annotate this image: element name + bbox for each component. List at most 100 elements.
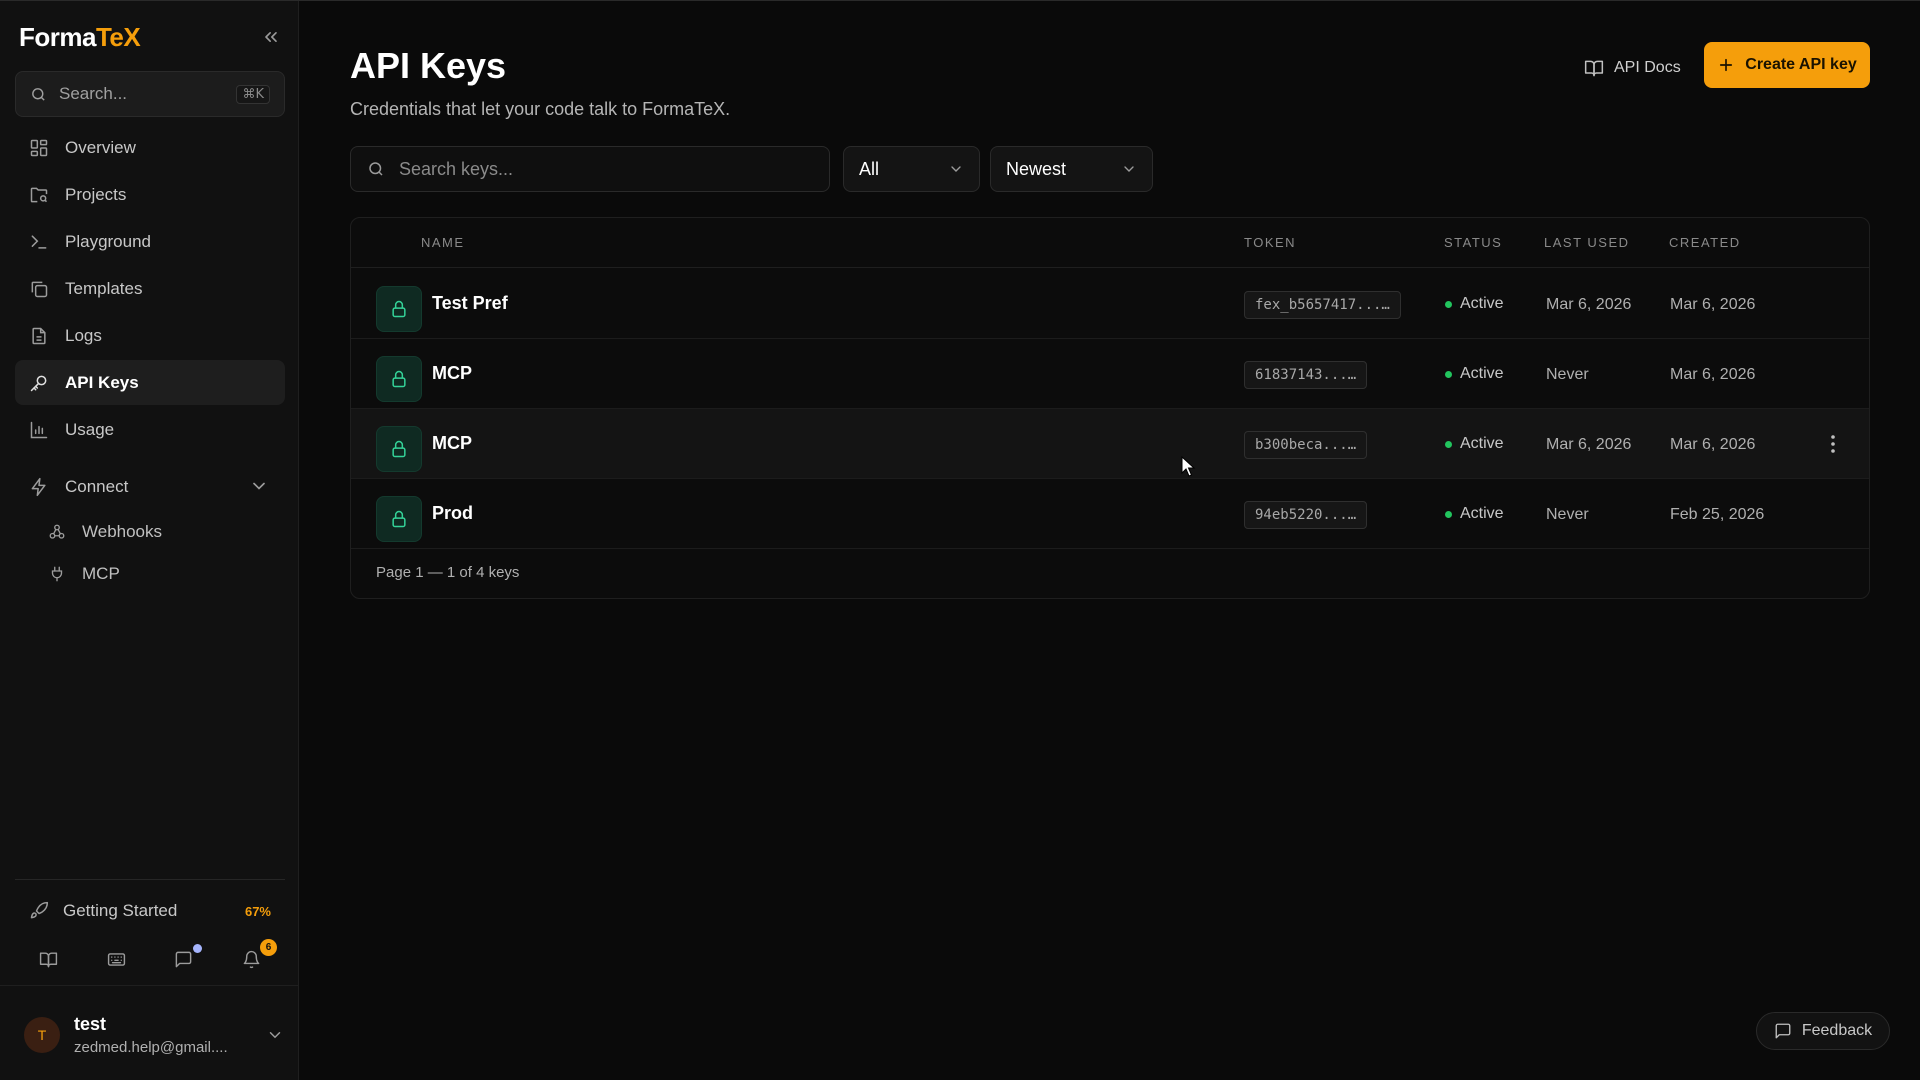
getting-started-label: Getting Started: [63, 901, 178, 920]
user-email: zedmed.help@gmail....: [74, 1039, 228, 1056]
column-header-token[interactable]: TOKEN: [1244, 235, 1296, 250]
notification-count-badge: 6: [260, 939, 277, 956]
zap-icon: [29, 477, 49, 497]
page-subtitle: Credentials that let your code talk to F…: [350, 99, 731, 119]
lock-icon: [376, 286, 422, 332]
messages-button[interactable]: [150, 939, 218, 979]
status-label: Active: [1460, 295, 1504, 312]
sidebar-item-templates[interactable]: Templates: [15, 266, 285, 311]
token-chip[interactable]: 61837143...…: [1244, 361, 1368, 389]
column-header-last-used[interactable]: LAST USED: [1544, 235, 1630, 250]
unread-dot: [192, 944, 202, 953]
terminal-icon: [29, 232, 49, 252]
token-chip[interactable]: 94eb5220...…: [1244, 501, 1368, 529]
user-name: test: [74, 1014, 107, 1034]
getting-started-progress: 67%: [244, 903, 271, 919]
sidebar-item-label: Playground: [65, 231, 152, 251]
sidebar-item-label: API Keys: [65, 372, 139, 392]
logo-row: FormaTeX: [19, 23, 281, 51]
sidebar-item-overview[interactable]: Overview: [15, 125, 285, 170]
api-docs-link[interactable]: API Docs: [1584, 53, 1681, 83]
message-square-icon: [1775, 1023, 1791, 1039]
more-vertical-icon[interactable]: [1821, 432, 1845, 456]
status-dot: [1445, 510, 1452, 518]
sort-select[interactable]: Newest: [990, 146, 1153, 192]
table-row[interactable]: Test Pref fex_b5657417...… Active Mar 6,…: [351, 269, 1869, 339]
feedback-button[interactable]: Feedback: [1756, 1012, 1890, 1050]
getting-started[interactable]: Getting Started 67%: [15, 891, 285, 931]
sort-value: Newest: [1006, 158, 1067, 179]
status-label: Active: [1460, 505, 1504, 522]
page-title: API Keys: [350, 45, 507, 86]
rocket-icon: [29, 901, 49, 921]
search-shortcut: ⌘K: [236, 84, 270, 104]
sidebar-bottom-divider: [0, 985, 299, 986]
collapse-sidebar-icon[interactable]: [261, 27, 281, 47]
status-filter-select[interactable]: All: [843, 146, 980, 192]
column-header-created[interactable]: CREATED: [1669, 235, 1741, 250]
notifications-button[interactable]: 6: [218, 939, 286, 979]
sidebar-item-usage[interactable]: Usage: [15, 407, 285, 452]
folder-search-icon: [29, 185, 49, 205]
key-name: MCP: [432, 363, 472, 383]
created-value: Feb 25, 2026: [1670, 506, 1765, 523]
status-badge: Active: [1445, 295, 1504, 313]
user-menu[interactable]: T test zedmed.help@gmail....: [24, 1007, 284, 1063]
keys-search-placeholder: Search keys...: [399, 158, 514, 179]
chevron-down-icon[interactable]: [249, 476, 269, 496]
chevron-down-icon: [951, 166, 961, 172]
copy-icon: [29, 279, 49, 299]
message-square-icon: [175, 951, 192, 967]
created-value: Mar 6, 2026: [1670, 296, 1756, 313]
search-icon: [369, 162, 383, 176]
status-badge: Active: [1445, 505, 1504, 523]
plus-icon: [1720, 58, 1733, 72]
keyboard-shortcuts-button[interactable]: [83, 939, 151, 979]
sidebar-item-webhooks[interactable]: Webhooks: [15, 511, 285, 553]
book-open-icon: [40, 951, 58, 967]
column-header-status[interactable]: STATUS: [1444, 235, 1502, 250]
sidebar-item-logs[interactable]: Logs: [15, 313, 285, 358]
token-chip[interactable]: fex_b5657417...…: [1244, 291, 1401, 319]
created-value: Mar 6, 2026: [1670, 366, 1756, 383]
grid-icon: [29, 138, 49, 158]
sidebar-item-projects[interactable]: Projects: [15, 172, 285, 217]
sidebar-search[interactable]: Search... ⌘K: [15, 71, 285, 117]
api-keys-table: NAME TOKEN STATUS LAST USED CREATED Test…: [350, 217, 1870, 599]
sidebar-item-mcp[interactable]: MCP: [15, 553, 285, 595]
chevron-down-icon: [1124, 166, 1134, 172]
docs-button[interactable]: [15, 939, 83, 979]
bar-chart-icon: [29, 420, 49, 440]
table-row[interactable]: Prod 94eb5220...… Active Never Feb 25, 2…: [351, 479, 1869, 549]
user-info: test zedmed.help@gmail....: [74, 1014, 266, 1056]
search-icon: [32, 87, 45, 101]
webhook-icon: [48, 523, 66, 541]
sidebar-item-label: Logs: [65, 325, 102, 345]
sidebar-item-playground[interactable]: Playground: [15, 219, 285, 264]
logo[interactable]: FormaTeX: [19, 23, 281, 51]
lock-icon: [376, 426, 422, 472]
keys-search-input[interactable]: Search keys...: [350, 146, 830, 192]
create-api-key-button[interactable]: Create API key: [1704, 42, 1870, 88]
status-label: Active: [1460, 365, 1504, 382]
created-value: Mar 6, 2026: [1670, 436, 1756, 453]
lock-icon: [376, 356, 422, 402]
status-dot: [1445, 440, 1452, 448]
sidebar-item-connect[interactable]: Connect: [15, 464, 285, 509]
chevron-down-icon[interactable]: [266, 1026, 284, 1044]
key-name: Prod: [432, 503, 474, 523]
table-row[interactable]: MCP b300beca...… Active Mar 6, 2026 Mar …: [351, 409, 1869, 479]
column-header-name[interactable]: NAME: [421, 235, 465, 250]
sidebar-item-label: Webhooks: [82, 522, 163, 541]
create-api-key-label: Create API key: [1745, 56, 1857, 73]
file-text-icon: [29, 326, 49, 346]
sidebar-nav: Overview Projects Playground Templates L…: [15, 125, 285, 595]
token-chip[interactable]: b300beca...…: [1244, 431, 1368, 459]
sidebar: FormaTeX Search... ⌘K Overview Projects …: [0, 1, 299, 1080]
sidebar-item-api-keys[interactable]: API Keys: [15, 360, 285, 405]
api-docs-label: API Docs: [1614, 59, 1681, 76]
sidebar-item-label: Usage: [65, 419, 115, 439]
sidebar-item-label: Connect: [65, 476, 129, 496]
table-row[interactable]: MCP 61837143...… Active Never Mar 6, 202…: [351, 339, 1869, 409]
sidebar-item-label: MCP: [82, 564, 120, 583]
